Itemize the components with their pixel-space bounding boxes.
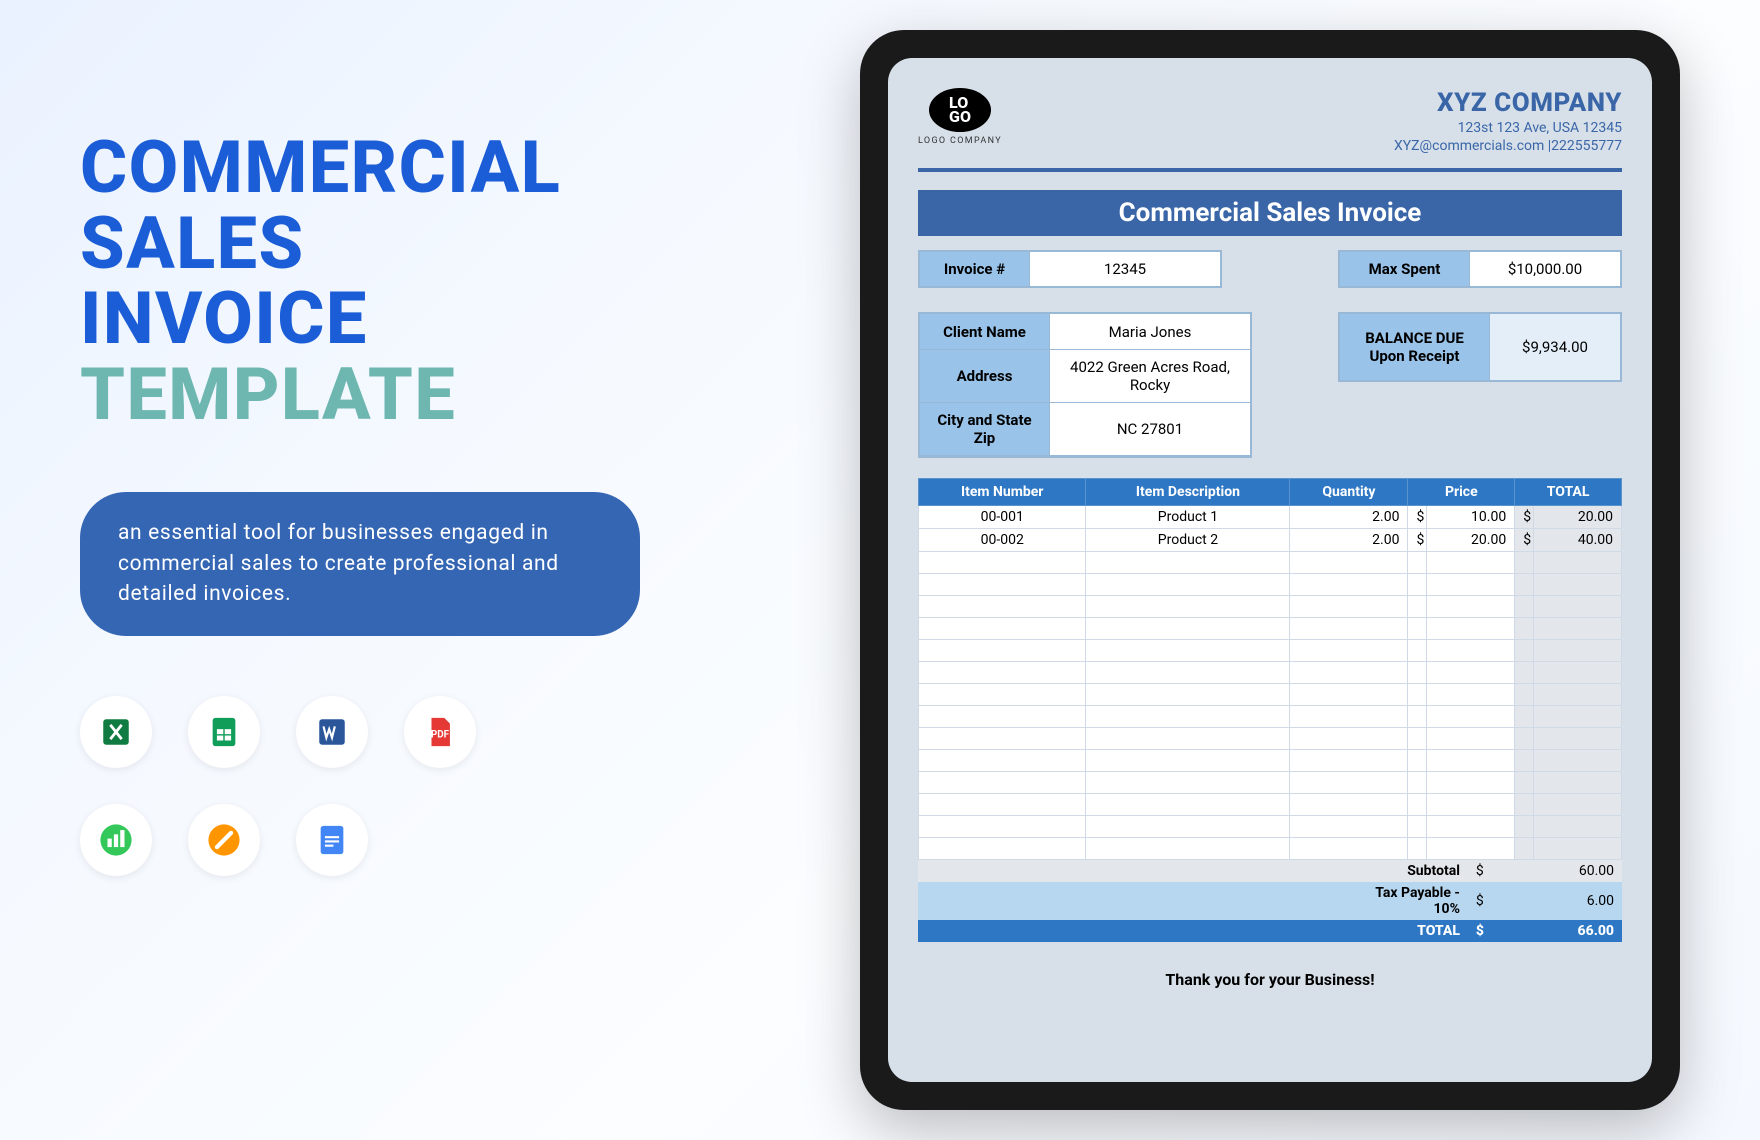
title-line-1: COMMERCIAL: [80, 130, 640, 206]
max-spent-field: Max Spent $10,000.00: [1338, 250, 1622, 288]
excel-icon[interactable]: [80, 696, 152, 768]
total-label: TOTAL: [1338, 920, 1468, 942]
table-row: [919, 618, 1622, 640]
address-label: Address: [920, 350, 1050, 403]
currency: $: [1468, 920, 1492, 942]
col-header: TOTAL: [1515, 479, 1622, 506]
address-value: 4022 Green Acres Road, Rocky: [1050, 350, 1250, 403]
col-header: Quantity: [1290, 479, 1408, 506]
table-row: [919, 816, 1622, 838]
company-address: 123st 123 Ave, USA 12345: [1394, 120, 1622, 136]
tagline-pill: an essential tool for businesses engaged…: [80, 492, 640, 635]
thanks-message: Thank you for your Business!: [918, 970, 1622, 989]
tax-value: 6.00: [1492, 882, 1622, 920]
divider: [918, 168, 1622, 172]
table-row: [919, 596, 1622, 618]
tax-label: Tax Payable - 10%: [1338, 882, 1468, 920]
table-row: [919, 838, 1622, 860]
invoice-number-field: Invoice # 12345: [918, 250, 1222, 288]
max-spent-value: $10,000.00: [1470, 252, 1620, 286]
logo-subtext: LOGO COMPANY: [918, 136, 1002, 146]
numbers-icon[interactable]: [80, 804, 152, 876]
logo-mark: LOGO: [929, 88, 991, 132]
title-line-3: INVOICE: [80, 281, 640, 357]
company-block: XYZ COMPANY 123st 123 Ave, USA 12345 XYZ…: [1394, 88, 1622, 154]
logo: LOGO LOGO COMPANY: [918, 88, 1002, 146]
balance-due-label: BALANCE DUE Upon Receipt: [1340, 314, 1490, 380]
total-value: 66.00: [1492, 920, 1622, 942]
invoice-banner: Commercial Sales Invoice: [918, 190, 1622, 236]
balance-due-value: $9,934.00: [1490, 314, 1620, 380]
tablet-frame: LOGO LOGO COMPANY XYZ COMPANY 123st 123 …: [860, 30, 1680, 1110]
table-row: [919, 750, 1622, 772]
table-row: [919, 772, 1622, 794]
subtotal-value: 60.00: [1492, 860, 1622, 882]
docs-icon[interactable]: [296, 804, 368, 876]
currency: $: [1468, 882, 1492, 920]
table-row: [919, 794, 1622, 816]
invoice-number-value: 12345: [1030, 252, 1220, 286]
col-header: Item Description: [1086, 479, 1290, 506]
subtotal-label: Subtotal: [1338, 860, 1468, 882]
invoice-document: LOGO LOGO COMPANY XYZ COMPANY 123st 123 …: [888, 58, 1652, 1082]
table-row: 00-002Product 22.00$20.00$40.00: [919, 529, 1622, 552]
invoice-number-label: Invoice #: [920, 252, 1030, 286]
balance-label-1: BALANCE DUE: [1365, 329, 1464, 347]
left-panel: COMMERCIAL SALES INVOICE TEMPLATE an ess…: [80, 130, 640, 876]
col-header: Item Number: [919, 479, 1086, 506]
items-table: Item NumberItem DescriptionQuantityPrice…: [918, 478, 1622, 860]
balance-due-field: BALANCE DUE Upon Receipt $9,934.00: [1338, 312, 1622, 382]
company-contact: XYZ@commercials.com |222555777: [1394, 138, 1622, 154]
currency: $: [1468, 860, 1492, 882]
client-block: Client Name Maria Jones Address 4022 Gre…: [918, 312, 1252, 458]
client-name-value: Maria Jones: [1050, 314, 1250, 350]
table-row: 00-001Product 12.00$10.00$20.00: [919, 506, 1622, 529]
max-spent-label: Max Spent: [1340, 252, 1470, 286]
format-icons: PDF: [80, 696, 560, 876]
company-name: XYZ COMPANY: [1394, 88, 1622, 118]
balance-label-2: Upon Receipt: [1369, 347, 1459, 365]
table-row: [919, 552, 1622, 574]
pdf-icon[interactable]: PDF: [404, 696, 476, 768]
summary-table: Subtotal$60.00 Tax Payable - 10%$6.00 TO…: [918, 860, 1622, 942]
city-label: City and State Zip: [920, 403, 1050, 456]
svg-text:PDF: PDF: [431, 729, 450, 740]
title-line-4: TEMPLATE: [80, 357, 640, 433]
pages-icon[interactable]: [188, 804, 260, 876]
city-value: NC 27801: [1050, 403, 1250, 456]
table-row: [919, 574, 1622, 596]
col-header: Price: [1408, 479, 1515, 506]
table-row: [919, 728, 1622, 750]
sheets-icon[interactable]: [188, 696, 260, 768]
table-row: [919, 662, 1622, 684]
page: COMMERCIAL SALES INVOICE TEMPLATE an ess…: [0, 0, 1760, 1140]
client-name-label: Client Name: [920, 314, 1050, 350]
table-row: [919, 640, 1622, 662]
word-icon[interactable]: [296, 696, 368, 768]
title-line-2: SALES: [80, 206, 640, 282]
table-row: [919, 684, 1622, 706]
table-row: [919, 706, 1622, 728]
